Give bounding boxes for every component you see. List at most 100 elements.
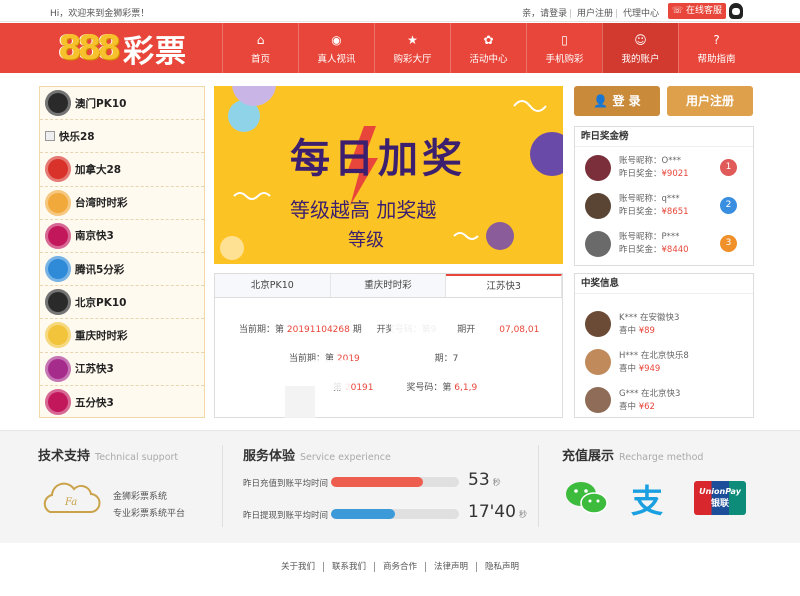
lottery-list: 澳门PK10 快乐28 加拿大28 台湾时时彩南京快3 腾讯5分彩北京PK10 重庆时时彩…	[39, 86, 205, 418]
lottery-icon	[45, 389, 71, 416]
svg-text:Fa: Fa	[64, 497, 77, 508]
nav-item-2[interactable]: ★ 购彩大厅	[374, 23, 450, 73]
lottery-icon	[45, 256, 71, 283]
ranking-row: 账号昵称：P*** 昨日奖金：¥8440 3	[585, 227, 745, 259]
divider	[222, 445, 223, 527]
user-icon: ☺	[634, 33, 647, 47]
winners-title: 中奖信息	[575, 274, 753, 294]
avatar	[585, 311, 611, 337]
login-button[interactable]: 👤 登 录	[574, 86, 660, 116]
nav-item-3[interactable]: ✿ 活动中心	[450, 23, 526, 73]
logo-number: 888	[58, 28, 121, 68]
nav-item-4[interactable]: ▯ 手机购彩	[526, 23, 602, 73]
draw-row-3: 第 20191 奖号码：第 6,1,9	[333, 383, 478, 393]
banner-subtitle-2: 等级	[348, 230, 384, 251]
lottery-label: 南京快3	[75, 230, 114, 243]
yesterday-ranking-panel: 昨日奖金榜 账号昵称：O*** 昨日奖金：¥9021 1 账号昵称：q*** 昨日奖金：…	[574, 126, 754, 266]
lottery-label: 北京PK10	[75, 296, 127, 309]
footer-link[interactable]: 法律声明	[425, 562, 477, 572]
avatar	[585, 231, 611, 257]
nav-label: 活动中心	[469, 54, 508, 65]
lottery-item[interactable]: 重庆时时彩	[40, 319, 204, 353]
ranking-row: 账号昵称：q*** 昨日奖金：¥8651 2	[585, 189, 745, 221]
nav-label: 手机购彩	[545, 54, 584, 65]
footer-link[interactable]: 关于我们	[273, 562, 323, 572]
winner-row: K*** 在安徽快3 喜中 ¥89	[585, 306, 745, 342]
gift-icon: ✿	[483, 33, 494, 47]
register-button[interactable]: 用户注册	[667, 86, 753, 116]
lottery-item[interactable]: 腾讯5分彩	[40, 253, 204, 287]
nav-label: 首页	[250, 54, 270, 65]
logo-text: 彩票	[122, 33, 187, 70]
footer-link[interactable]: 联系我们	[322, 562, 374, 572]
promo-banner[interactable]: 每日加奖 等级越高 加奖越 等级	[214, 86, 563, 264]
banner-title: 每日加奖	[290, 136, 466, 182]
service-bar-fill	[331, 477, 424, 487]
nav-item-5[interactable]: ☺ 我的账户	[602, 23, 678, 73]
avatar	[585, 349, 611, 375]
tab-jsk3[interactable]: 江苏快3	[446, 274, 563, 297]
rank-badge: 2	[720, 197, 737, 214]
nav-item-1[interactable]: ◉ 真人视讯	[298, 23, 374, 73]
tab-cqssc[interactable]: 重庆时时彩	[331, 274, 447, 297]
service-heading: 服务体验 Service experience	[243, 449, 391, 464]
alipay-icon[interactable]: 支	[631, 476, 663, 522]
login-link[interactable]: 亲，请登录	[522, 9, 567, 19]
nav-item-6[interactable]: ? 帮助指南	[678, 23, 754, 73]
site-logo[interactable]: 888 彩票	[58, 28, 187, 70]
lottery-item[interactable]: 江苏快3	[40, 353, 204, 386]
ranking-name: 账号昵称：P***	[619, 232, 680, 242]
footer-links: 关于我们 联系我们 商务合作 法律声明 隐私声明	[0, 560, 800, 572]
lottery-label: 快乐28	[59, 130, 95, 143]
winner-amount: 喜中 ¥62	[619, 402, 655, 412]
winner-line: G*** 在北京快3	[619, 389, 681, 399]
footer-link[interactable]: 商务合作	[373, 562, 425, 572]
unionpay-icon[interactable]: UnionPay 银联	[694, 481, 746, 515]
ranking-prize: 昨日奖金：¥9021	[619, 169, 689, 179]
nav-item-0[interactable]: ⌂ 首页	[222, 23, 298, 73]
winner-line: K*** 在安徽快3	[619, 313, 680, 323]
tab-bjpk10[interactable]: 北京PK10	[215, 274, 331, 297]
winner-amount: 喜中 ¥89	[619, 326, 655, 336]
lottery-icon	[45, 289, 71, 316]
lottery-icon	[45, 90, 71, 117]
lottery-item[interactable]: 加拿大28	[40, 153, 204, 187]
lottery-label: 台湾时时彩	[75, 197, 128, 210]
lottery-item[interactable]: 北京PK10	[40, 286, 204, 320]
lottery-label: 重庆时时彩	[75, 329, 128, 342]
winner-row: H*** 在北京快乐8 喜中 ¥949	[585, 344, 745, 380]
footer-link[interactable]: 隐私声明	[476, 562, 528, 572]
service-bar-track	[331, 477, 459, 487]
ranking-prize: 昨日奖金：¥8651	[619, 207, 689, 217]
avatar	[585, 387, 611, 413]
ranking-prize: 昨日奖金：¥8440	[619, 245, 689, 255]
qq-icon[interactable]	[729, 3, 743, 19]
draw-row-1: 当前期：第 20191104268 期 开奖号码：第9 期开 07,08,01	[239, 325, 540, 335]
register-link[interactable]: 用户注册	[577, 9, 613, 19]
winners-panel: 中奖信息 K*** 在安徽快3 喜中 ¥89 H*** 在北京快乐8 喜中 ¥949 G…	[574, 273, 754, 418]
lottery-item[interactable]: 五分快3	[40, 386, 204, 419]
lottery-label: 江苏快3	[75, 363, 114, 376]
draw-row-2: 当前期：第 2019 期：7	[289, 354, 459, 364]
lottery-item[interactable]: 台湾时时彩	[40, 187, 204, 220]
lottery-icon	[45, 131, 55, 142]
lottery-icon	[45, 222, 71, 249]
avatar	[585, 155, 611, 181]
winner-row: G*** 在北京快3 喜中 ¥62	[585, 382, 745, 418]
ranking-row: 账号昵称：O*** 昨日奖金：¥9021 1	[585, 151, 745, 183]
winner-line: H*** 在北京快乐8	[619, 351, 689, 361]
nav-label: 真人视讯	[317, 54, 356, 65]
agent-center-link[interactable]: 代理中心	[623, 9, 659, 19]
lottery-label: 腾讯5分彩	[75, 263, 125, 276]
nav-label: 我的账户	[621, 54, 660, 65]
home-icon: ⌂	[256, 33, 265, 47]
ranking-title: 昨日奖金榜	[575, 127, 753, 147]
phone-icon: ▯	[561, 33, 568, 47]
lottery-item[interactable]: 快乐28	[40, 120, 204, 154]
lottery-item[interactable]: 澳门PK10	[40, 87, 204, 121]
wechat-icon[interactable]	[565, 480, 609, 516]
ranking-name: 账号昵称：q***	[619, 194, 680, 204]
service-bar-value: 17'40 秒	[468, 502, 527, 522]
online-service-button[interactable]: ☏ 在线客服	[668, 3, 726, 19]
lottery-item[interactable]: 南京快3	[40, 220, 204, 253]
